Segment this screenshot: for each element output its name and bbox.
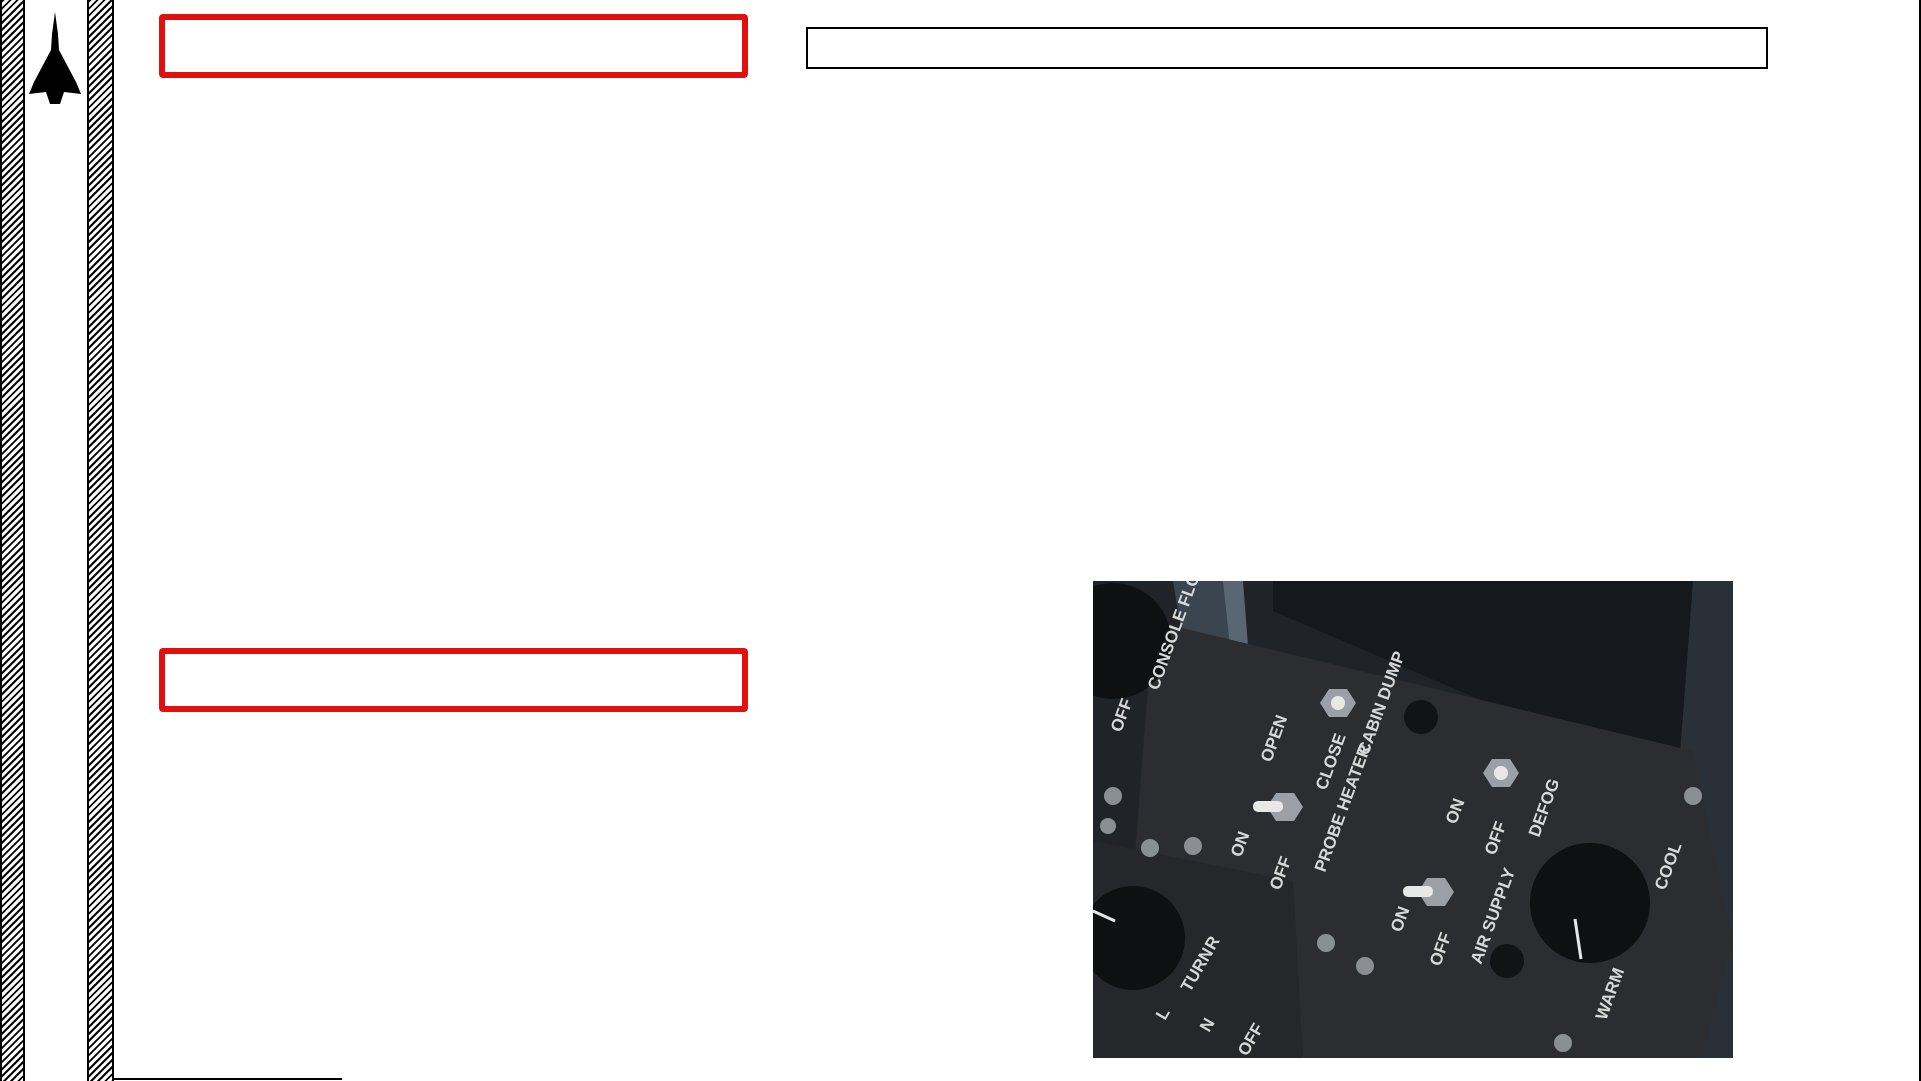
fighter-jet-silhouette-icon xyxy=(29,12,81,104)
right-hatched-border xyxy=(87,0,114,1081)
cockpit-panel-photo: CONSOLE FLOOD OFF OPEN CLOSE CABIN DUMP … xyxy=(1093,581,1733,1058)
left-hatched-border xyxy=(0,0,25,1081)
section-title-box-top xyxy=(159,14,748,78)
footer-rule xyxy=(114,1078,342,1080)
section-title-box-bottom xyxy=(159,648,748,712)
temperature-knob-icon xyxy=(1530,843,1650,963)
page-header-box xyxy=(806,27,1768,69)
